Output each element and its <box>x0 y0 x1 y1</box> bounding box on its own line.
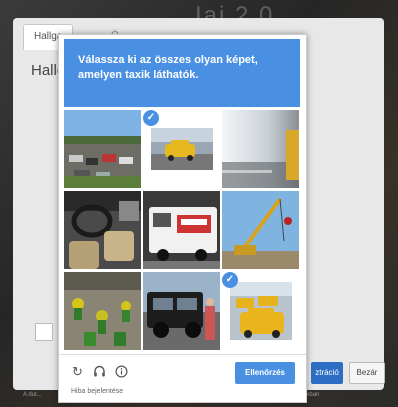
tile-garden-figurines[interactable] <box>64 272 141 350</box>
terms-checkbox[interactable] <box>35 323 53 341</box>
image-grid: ✓ ✓ <box>64 110 300 354</box>
tile-white-van[interactable] <box>143 191 220 269</box>
selected-check-icon: ✓ <box>143 110 159 126</box>
instruction-suffix: láthatók. <box>150 69 199 81</box>
instruction-prefix: amelyen <box>78 69 126 81</box>
verify-button[interactable]: Ellenőrzés <box>235 362 295 384</box>
tile-crane-sky[interactable] <box>222 191 299 269</box>
close-button[interactable]: Bezár <box>349 362 385 384</box>
footer-divider <box>59 354 306 355</box>
selected-check-icon: ✓ <box>222 272 238 288</box>
challenge-header: Válassza ki az összes olyan képet, amely… <box>64 39 300 107</box>
register-button[interactable]: ztráció <box>311 362 343 384</box>
report-error-link[interactable]: Hiba bejelentése <box>71 388 123 395</box>
reload-icon[interactable]: ↻ <box>71 365 84 379</box>
footnote-left: A dut... <box>23 392 42 398</box>
headphones-icon[interactable] <box>93 365 106 379</box>
tile-car-interior[interactable] <box>64 191 141 269</box>
info-icon[interactable] <box>115 365 128 379</box>
tile-taxi-on-street[interactable]: ✓ <box>143 110 220 188</box>
tile-yellow-taxis[interactable]: ✓ <box>222 272 299 350</box>
captcha-tools: ↻ <box>71 365 128 379</box>
tile-black-jeep[interactable] <box>143 272 220 350</box>
tile-blurred-motion[interactable] <box>222 110 299 188</box>
tile-parking-lot[interactable] <box>64 110 141 188</box>
instruction-line-1: Válassza ki az összes olyan képet, <box>78 54 258 66</box>
instruction-keyword: taxik <box>125 69 151 81</box>
instruction-line-2: amelyen taxik láthatók. <box>78 68 286 83</box>
recaptcha-challenge: Válassza ki az összes olyan képet, amely… <box>58 34 307 403</box>
